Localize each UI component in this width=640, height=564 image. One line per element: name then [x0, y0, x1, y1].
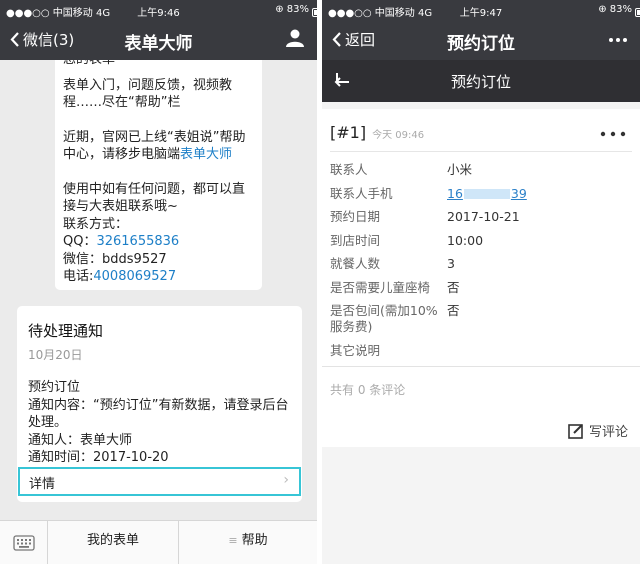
battery-indicator: ⊕ 83%: [598, 4, 640, 17]
qq-number-link[interactable]: 3261655836: [96, 234, 179, 249]
field-value: 3: [447, 256, 455, 271]
record-header: [#1] 今天 09:46: [330, 123, 424, 142]
chat-message-bubble: 您的表单 表单入门，问题反馈，视频教程……尽在“帮助”栏 近期，官网已上线“表姐…: [55, 60, 262, 290]
details-link[interactable]: 详情 ›: [18, 467, 301, 496]
wechat-label: 微信：: [63, 251, 103, 267]
battery-icon: [635, 8, 640, 17]
phone-number-link[interactable]: 16 39: [447, 183, 527, 207]
right-phone-screen: ●●●○○ 中国移动 4G 上午9:47 ⊕ 83% 返回 预约订位 预约订位 …: [322, 0, 640, 564]
phone-number-link[interactable]: 4008069527: [93, 269, 176, 284]
status-bar: ●●●○○ 中国移动 4G 上午9:47 ⊕ 83%: [322, 0, 640, 20]
comment-count: 共有 0 条评论: [330, 383, 406, 397]
chevron-right-icon: ›: [283, 472, 289, 488]
field-label: 联系人: [330, 162, 368, 177]
contact-wechat: 微信：bdds9527: [63, 251, 252, 269]
card-body: 预约订位 通知内容：“预约订位”有新数据，请登录后台处理。 通知人：表单大师 通…: [28, 379, 291, 467]
message-contact-block: 使用中如有任何问题，都可以直接与大表姐联系哦~ 联系方式： QQ：3261655…: [63, 181, 252, 286]
write-comment-label: 写评论: [588, 425, 628, 440]
clock: 上午9:47: [459, 8, 503, 19]
field-label: 是否需要儿童座椅: [330, 279, 431, 295]
nav-bar: 返回 预约订位: [322, 20, 640, 60]
field-label: 到店时间: [330, 232, 381, 248]
phone-label: 电话:: [63, 269, 94, 284]
field-row: 预约日期 2017-10-21: [330, 206, 630, 230]
card-date: 10月20日: [28, 348, 83, 362]
wechat-id: bdds9527: [102, 251, 167, 267]
redaction-mask: [463, 188, 510, 199]
field-row: 联系人手机 16 39: [330, 183, 630, 207]
field-value: 小米: [447, 162, 473, 177]
field-label: 就餐人数: [330, 256, 381, 271]
message-paragraph-site: 近期，官网已上线“表姐说”帮助中心，请移步电脑端表单大师: [63, 129, 252, 164]
comments-section: 共有 0 条评论 写评论: [322, 367, 640, 447]
message-cut-line: 您的表单: [63, 60, 252, 69]
page-title: 表单大师: [124, 34, 193, 54]
more-dots-icon: [600, 131, 626, 137]
field-label: 其它说明: [330, 343, 381, 358]
field-value: 2017-10-21: [447, 209, 520, 224]
record-id: [#1]: [330, 123, 367, 142]
field-label: 预约日期: [330, 209, 381, 224]
battery-text: ⊕ 83%: [598, 4, 632, 15]
field-row: 是否需要儿童座椅否: [330, 277, 630, 301]
card-title: 待处理通知: [28, 322, 104, 340]
person-icon: [286, 29, 304, 47]
record-fields: 联系人 小米 联系人手机 16 39 预约日期 2017-10-21 到店时间 10:00…: [330, 159, 630, 364]
record-more-button[interactable]: [600, 124, 626, 143]
site-link[interactable]: 表单大师: [180, 147, 232, 162]
field-value: 10:00: [447, 232, 484, 248]
notification-card[interactable]: 待处理通知 10月20日 预约订位 通知内容：“预约订位”有新数据，请登录后台处…: [17, 306, 302, 502]
clock: 上午9:46: [137, 8, 180, 19]
details-label: 详情: [29, 477, 56, 492]
battery-indicator: ⊕ 83%: [275, 4, 317, 17]
divider: [330, 151, 632, 152]
field-row: 到店时间 10:00: [330, 230, 630, 254]
keyboard-icon: [12, 534, 35, 551]
menu-help[interactable]: ≡ 帮助: [179, 521, 317, 564]
field-row: 其它说明: [330, 340, 630, 364]
message-contact-intro: 使用中如有任何问题，都可以直接与大表姐联系哦~: [63, 181, 246, 215]
field-row: 是否包间(需加10%服务费) 否: [330, 300, 630, 340]
profile-button[interactable]: [285, 28, 305, 52]
card-notifier: 通知人：表单大师: [28, 432, 133, 448]
battery-text: ⊕ 83%: [275, 4, 309, 15]
field-value: 否: [447, 303, 460, 318]
left-phone-screen: ●●●○○ 中国移动 4G 上午9:46 ⊕ 83% 微信(3) 表单大师 您的…: [0, 0, 317, 564]
field-row: 联系人 小米: [330, 159, 630, 183]
phone-prefix: 16: [447, 185, 463, 201]
status-bar: ●●●○○ 中国移动 4G 上午9:46 ⊕ 83%: [0, 0, 317, 20]
record-time: 今天 09:46: [372, 130, 425, 141]
nav-bar: 微信(3) 表单大师: [0, 20, 317, 60]
menu-my-forms[interactable]: 我的表单: [48, 521, 179, 564]
more-dots-icon: [609, 38, 627, 42]
record-detail-panel: [#1] 今天 09:46 联系人 小米 联系人手机 16 39 预约日期 2017-10…: [322, 109, 640, 367]
keyboard-toggle-button[interactable]: [0, 521, 48, 564]
form-header-bar: 预约订位: [322, 60, 640, 102]
menu-help-label: 帮助: [241, 533, 268, 548]
edit-icon: [568, 424, 583, 439]
qq-label: QQ：: [63, 234, 97, 249]
bottom-menu-bar: 我的表单 ≡ 帮助: [0, 520, 317, 564]
form-title: 预约订位: [450, 73, 511, 91]
field-row: 就餐人数 3: [330, 253, 630, 277]
card-content: 通知内容：“预约订位”有新数据，请登录后台处理。: [28, 397, 289, 431]
write-comment-button[interactable]: 写评论: [568, 421, 628, 440]
field-label: 是否包间(需加10%服务费): [330, 303, 438, 334]
menu-lines-icon: ≡: [228, 534, 238, 547]
page-title: 预约订位: [447, 34, 515, 54]
message-paragraph-help: 表单入门，问题反馈，视频教程……尽在“帮助”栏: [63, 77, 233, 111]
card-form-name: 预约订位: [28, 380, 81, 395]
field-value: 否: [447, 279, 460, 295]
field-label: 联系人手机: [330, 185, 393, 201]
card-notify-time: 通知时间：2017-10-20: [28, 450, 169, 465]
contact-qq: QQ：3261655836: [63, 233, 252, 251]
contact-phone: 电话:4008069527: [63, 268, 252, 286]
more-options-button[interactable]: [608, 28, 628, 52]
phone-suffix: 39: [510, 185, 527, 201]
contact-heading: 联系方式：: [63, 216, 129, 232]
